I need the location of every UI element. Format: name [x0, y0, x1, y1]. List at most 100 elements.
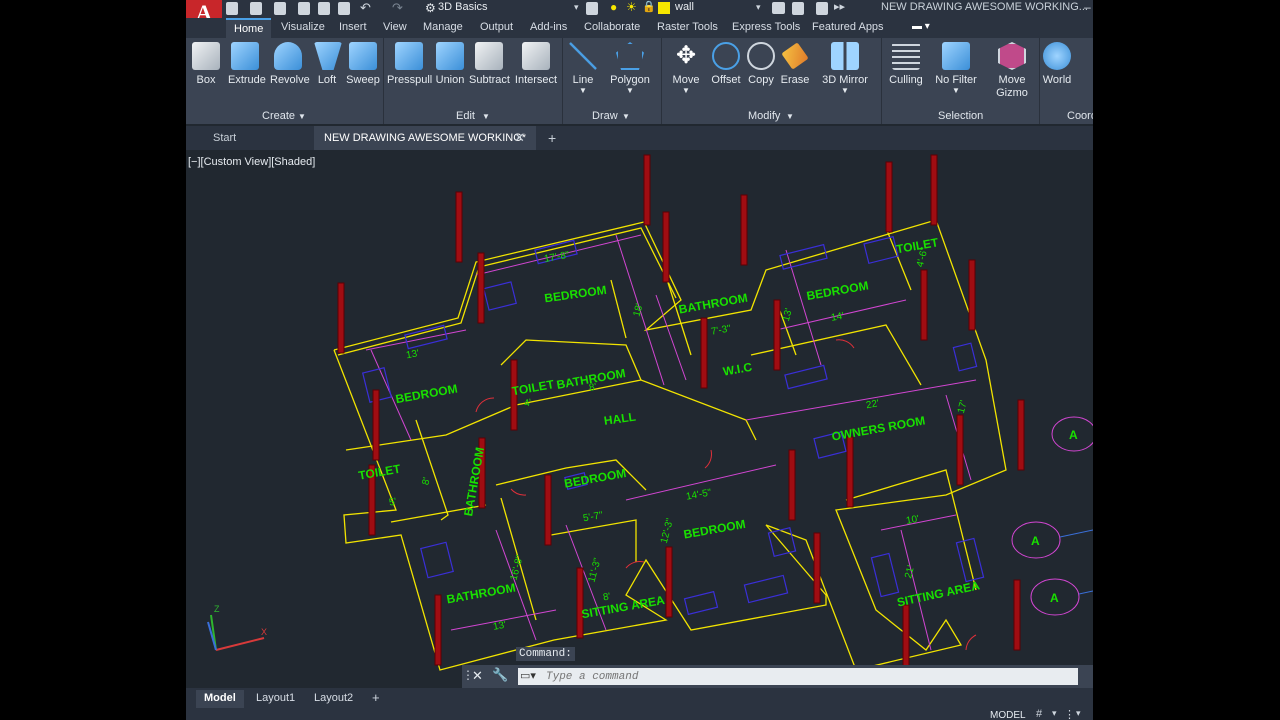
presspull-button[interactable]: Presspull [387, 42, 432, 86]
move-button[interactable]: ✥ Move ▼ [670, 42, 702, 95]
move-gizmo-button[interactable]: Move Gizmo [994, 42, 1030, 100]
layer-tool-icon[interactable] [816, 2, 828, 15]
sun-icon[interactable]: ☀ [626, 0, 637, 14]
ribbon-options-icon[interactable]: ▬ ▾ [912, 21, 930, 32]
grid-marker: A [1011, 521, 1061, 559]
start-tab[interactable]: Start [213, 132, 236, 144]
command-input[interactable] [518, 668, 1078, 685]
tab-add-ins[interactable]: Add-ins [530, 21, 567, 33]
dimension-label: 5'-7" [582, 510, 604, 524]
more-icon[interactable]: ▸▸ [834, 0, 845, 13]
redo-icon[interactable]: ↷ [392, 0, 403, 16]
open-file-icon[interactable] [250, 2, 262, 15]
chevron-down-icon[interactable]: ▼ [482, 112, 490, 121]
panel-divider [383, 38, 384, 124]
create-panel-label[interactable]: Create [262, 110, 295, 122]
erase-button[interactable]: Erase [780, 42, 810, 86]
folder-icon[interactable] [772, 2, 785, 14]
culling-button[interactable]: Culling [888, 42, 924, 86]
polygon-button[interactable]: Polygon ▼ [610, 42, 650, 95]
plot-icon[interactable] [318, 2, 330, 15]
sweep-icon [349, 42, 377, 70]
command-prompt-icon[interactable]: ▭▾ [520, 669, 536, 682]
close-icon[interactable]: ✕ [472, 668, 483, 684]
new-tab-plus-icon[interactable]: + [548, 130, 556, 146]
chevron-down-icon[interactable]: ▾ [1076, 708, 1081, 719]
box-button[interactable]: Box [192, 42, 220, 86]
viewport-controls[interactable]: [−][Custom View][Shaded] [188, 156, 315, 168]
layout-tab-model[interactable]: Model [196, 690, 244, 708]
chevron-down-icon[interactable]: ▼ [610, 86, 650, 95]
minimize-icon[interactable]: – [1084, 0, 1091, 14]
print-icon[interactable] [338, 2, 350, 15]
lightbulb-icon[interactable]: ● [610, 0, 617, 14]
chevron-down-icon[interactable]: ▼ [566, 86, 600, 95]
drawing-tab[interactable]: NEW DRAWING AWESOME WORKING* ✕ [314, 126, 536, 150]
dimension-label: 22' [865, 398, 880, 411]
tab-raster-tools[interactable]: Raster Tools [657, 21, 718, 33]
chevron-down-icon[interactable]: ▾ [1052, 708, 1057, 719]
coord-panel-label[interactable]: Coord [1067, 110, 1093, 122]
sweep-button[interactable]: Sweep [346, 42, 380, 86]
3d-mirror-button[interactable]: 3D Mirror ▼ [820, 42, 870, 95]
column [665, 546, 673, 618]
chevron-down-icon[interactable]: ▼ [934, 86, 978, 95]
tab-visualize[interactable]: Visualize [281, 21, 325, 33]
modify-panel-label[interactable]: Modify [748, 110, 780, 122]
save-as-icon[interactable] [298, 2, 310, 15]
new-file-icon[interactable] [226, 2, 238, 15]
loft-button[interactable]: Loft [314, 42, 342, 86]
column [455, 191, 463, 263]
line-button[interactable]: Line ▼ [566, 42, 600, 95]
tab-view[interactable]: View [383, 21, 407, 33]
add-layout-plus-icon[interactable]: + [372, 690, 380, 705]
model-space-indicator[interactable]: MODEL [990, 710, 1026, 720]
chevron-down-icon[interactable]: ▼ [786, 112, 794, 121]
chevron-down-icon[interactable]: ▼ [622, 112, 630, 121]
chevron-down-icon[interactable]: ▾ [574, 2, 579, 13]
room-label: W.I.C [722, 360, 754, 379]
extrude-button[interactable]: Extrude [228, 42, 266, 86]
union-button[interactable]: Union [435, 42, 465, 86]
subtract-button[interactable]: Subtract [469, 42, 510, 86]
column [1017, 399, 1025, 471]
layer-selector[interactable]: wall [675, 1, 694, 13]
chevron-down-icon[interactable]: ▼ [820, 86, 870, 95]
world-button[interactable]: World [1042, 42, 1072, 86]
tab-home[interactable]: Home [226, 18, 272, 38]
close-icon[interactable]: ✕ [514, 130, 525, 146]
selection-panel-label[interactable]: Selection [938, 110, 983, 122]
copy-button[interactable]: Copy [746, 42, 776, 86]
offset-button[interactable]: Offset [710, 42, 742, 86]
workspace-selector[interactable]: 3D Basics [438, 1, 488, 13]
layout-tab-layout2[interactable]: Layout2 [306, 690, 361, 708]
intersect-icon [522, 42, 550, 70]
wrench-icon[interactable]: 🔧 [492, 667, 508, 683]
snap-icon[interactable]: ⋮ [1064, 708, 1075, 720]
lock-icon[interactable]: 🔒 [642, 0, 656, 13]
undo-icon[interactable]: ↶ [360, 0, 371, 16]
room-label: TOILET [357, 461, 402, 482]
tab-insert[interactable]: Insert [339, 21, 367, 33]
save-icon[interactable] [274, 2, 286, 15]
tab-manage[interactable]: Manage [423, 21, 463, 33]
layer-properties-icon[interactable] [586, 2, 598, 15]
no-filter-button[interactable]: No Filter ▼ [934, 42, 978, 95]
tab-express-tools[interactable]: Express Tools [732, 21, 800, 33]
drawing-canvas[interactable]: BEDROOM BATHROOM BEDROOM TOILET BEDROOM … [186, 150, 1093, 685]
column [846, 436, 854, 508]
chevron-down-icon[interactable]: ▼ [298, 112, 306, 121]
draw-panel-label[interactable]: Draw [592, 110, 618, 122]
tab-output[interactable]: Output [480, 21, 513, 33]
revolve-button[interactable]: Revolve [270, 42, 310, 86]
tab-collaborate[interactable]: Collaborate [584, 21, 640, 33]
chevron-down-icon[interactable]: ▾ [756, 2, 761, 13]
intersect-button[interactable]: Intersect [514, 42, 558, 86]
layout-tab-layout1[interactable]: Layout1 [248, 690, 303, 708]
tab-featured-apps[interactable]: Featured Apps [812, 21, 884, 33]
edit-panel-label[interactable]: Edit [456, 110, 475, 122]
grid-icon[interactable]: # [1036, 708, 1042, 720]
layer-iso-icon[interactable] [792, 2, 804, 15]
chevron-down-icon[interactable]: ▼ [670, 86, 702, 95]
room-label: BATHROOM [445, 581, 516, 607]
